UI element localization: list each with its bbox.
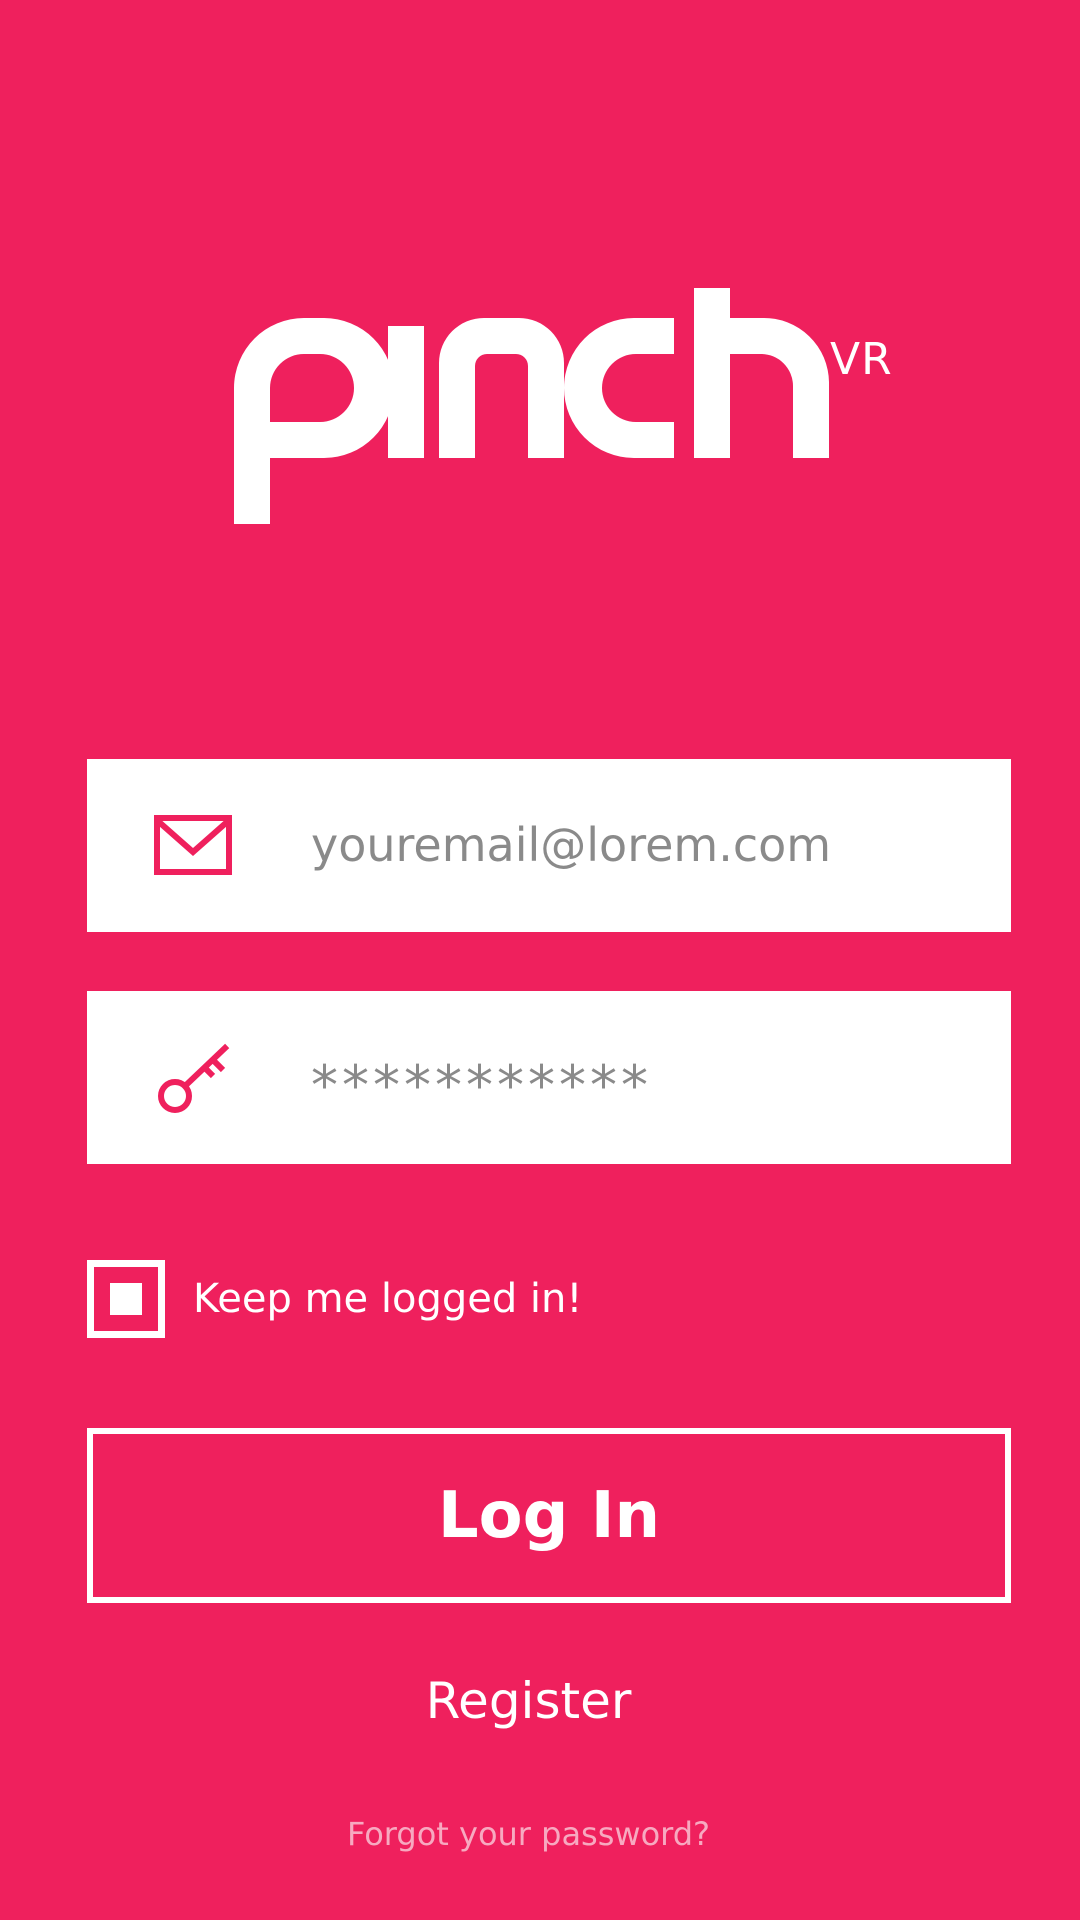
register-link[interactable]: Register: [0, 1666, 1057, 1736]
forgot-password-link[interactable]: Forgot your password?: [0, 1810, 1057, 1858]
app-logo: pinch VR: [234, 288, 904, 524]
login-button[interactable]: Log In: [87, 1428, 1011, 1603]
keep-logged-in-row[interactable]: Keep me logged in!: [87, 1260, 582, 1338]
key-icon: [153, 1038, 233, 1118]
logo-superscript: VR: [830, 334, 893, 385]
keep-logged-in-label[interactable]: Keep me logged in!: [193, 1260, 582, 1338]
envelope-icon: [153, 806, 233, 886]
checkbox-checked-mark: [110, 1283, 142, 1315]
keep-logged-in-checkbox[interactable]: [87, 1260, 165, 1338]
email-field[interactable]: youremail@lorem.com: [87, 759, 1011, 932]
email-input-value[interactable]: youremail@lorem.com: [311, 759, 981, 932]
pinch-logo-wordmark: [234, 288, 829, 524]
password-field[interactable]: ***********: [87, 991, 1011, 1164]
password-input-value[interactable]: ***********: [311, 991, 981, 1164]
